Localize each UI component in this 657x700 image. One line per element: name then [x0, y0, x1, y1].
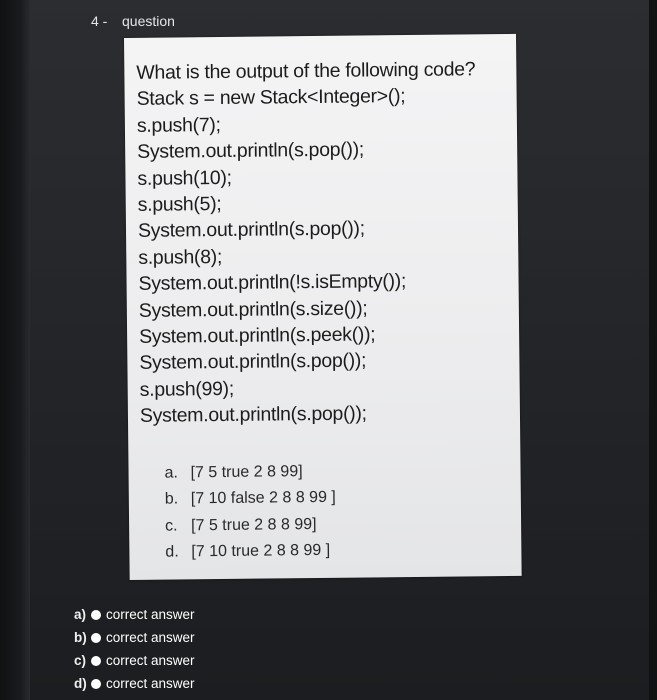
code-line: System.out.println(s.pop());	[137, 138, 365, 164]
question-code: What is the output of the following code…	[136, 56, 479, 429]
question-label: question	[122, 13, 175, 29]
option-d: d. [7 10 true 2 8 8 99 ]	[165, 538, 336, 566]
answer-letter: c)	[74, 653, 87, 668]
option-text: [7 10 false 2 8 8 99 ]	[190, 489, 336, 508]
answer-choice-a[interactable]: a) correct answer	[74, 603, 195, 626]
answer-letter: d)	[74, 676, 87, 691]
code-line: System.out.println(s.size());	[138, 297, 368, 322]
radio-button-icon[interactable]	[91, 632, 101, 643]
code-line: System.out.println(s.pop());	[139, 349, 367, 375]
code-line: s.push(5);	[137, 193, 222, 216]
code-line: System.out.println(!s.isEmpty());	[138, 270, 407, 296]
option-text: [7 5 true 2 8 8 99]	[191, 515, 317, 534]
answer-choice-d[interactable]: d) correct answer	[74, 672, 195, 695]
answer-label: correct answer	[106, 676, 195, 691]
answer-choices: a) correct answer b) correct answer c) c…	[74, 603, 195, 695]
answer-label: correct answer	[106, 607, 195, 622]
code-line: s.push(99);	[139, 377, 235, 401]
answer-letter: b)	[74, 630, 87, 645]
radio-button-icon[interactable]	[91, 609, 101, 620]
option-c: c. [7 5 true 2 8 8 99]	[165, 511, 336, 539]
code-line: System.out.println(s.pop());	[137, 217, 365, 243]
code-line: System.out.println(s.pop());	[139, 402, 367, 428]
answer-choice-c[interactable]: c) correct answer	[74, 649, 195, 672]
option-letter: b.	[164, 490, 179, 508]
monitor-bezel-left	[0, 0, 30, 700]
question-line: What is the output of the following code…	[136, 58, 476, 84]
radio-button-icon[interactable]	[91, 678, 101, 689]
radio-button-icon[interactable]	[91, 655, 101, 666]
answer-label: correct answer	[106, 630, 195, 645]
option-text: [7 5 true 2 8 99]	[190, 463, 303, 482]
answer-label: correct answer	[106, 653, 195, 668]
option-a: a. [7 5 true 2 8 99]	[164, 459, 335, 487]
option-text: [7 10 true 2 8 8 99 ]	[191, 541, 331, 561]
monitor-bezel-right	[649, 0, 657, 700]
question-number: 4 -	[91, 13, 108, 29]
question-image-card: What is the output of the following code…	[124, 33, 522, 580]
option-letter: c.	[165, 517, 178, 535]
option-list: a. [7 5 true 2 8 99] b. [7 10 false 2 8 8 …	[164, 459, 336, 566]
code-line: s.push(10);	[137, 166, 232, 190]
answer-choice-b[interactable]: b) correct answer	[74, 626, 195, 649]
option-b: b. [7 10 false 2 8 8 99 ]	[165, 485, 336, 513]
option-letter: d.	[165, 543, 179, 561]
code-line: s.push(7);	[136, 113, 221, 137]
code-line: Stack s = new Stack<Integer>();	[136, 85, 406, 111]
code-line: s.push(8);	[138, 245, 223, 269]
option-letter: a.	[164, 464, 178, 482]
code-line: System.out.println(s.peek());	[139, 323, 376, 348]
answer-letter: a)	[74, 607, 87, 622]
